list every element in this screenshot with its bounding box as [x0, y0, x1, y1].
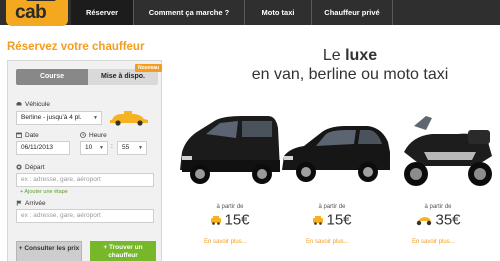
hour-select[interactable]: 10 ▼ — [80, 141, 108, 155]
arrival-label-text: Arrivée — [25, 200, 46, 207]
minute-select-value: 55 — [122, 144, 130, 151]
date-label-text: Date — [25, 132, 39, 139]
nav-reserver[interactable]: Réserver — [71, 0, 133, 25]
offer-moto: à partir de 35€ — [398, 204, 478, 229]
carousel-dots — [318, 256, 354, 261]
tab-course[interactable]: Course — [16, 69, 88, 85]
add-stop-link[interactable]: + Ajouter une étape — [20, 189, 68, 195]
date-input[interactable]: 06/11/2013 — [16, 141, 70, 155]
departure-input[interactable]: ex : adresse, gare, aéroport — [16, 173, 154, 187]
page: Réserver Comment ça marche ? Moto taxi C… — [0, 0, 500, 261]
clock-icon — [80, 132, 86, 138]
chevron-down-icon: ▼ — [93, 115, 98, 121]
minute-select[interactable]: 55 ▼ — [117, 141, 147, 155]
taxi-badge-icon — [211, 215, 222, 225]
offer-price: 15€ — [326, 211, 352, 229]
offer-sedan-more-link[interactable]: En savoir plus... — [306, 239, 349, 245]
offer-moto-more-link[interactable]: En savoir plus... — [412, 239, 455, 245]
car-icon — [16, 102, 22, 106]
motorbike-image — [404, 116, 492, 186]
location-pin-icon — [16, 164, 22, 170]
chevron-down-icon: ▼ — [138, 145, 143, 151]
logo-cap — [26, 0, 56, 1]
van-image — [180, 116, 280, 184]
offer-price: 15€ — [224, 211, 250, 229]
taxi-badge-icon — [313, 215, 324, 225]
offer-price: 35€ — [435, 211, 461, 229]
nav-how-it-works[interactable]: Comment ça marche ? — [134, 0, 244, 25]
chevron-down-icon: ▼ — [99, 145, 104, 151]
vehicle-label-text: Véhicule — [25, 101, 50, 108]
hero-title-line2: en van, berline ou moto taxi — [251, 66, 449, 83]
vehicle-select-value: Berline - jusqu'à 4 pl. — [21, 114, 82, 121]
offer-from: à partir de — [318, 204, 346, 210]
hero-title-bold: luxe — [345, 47, 378, 64]
vehicle-select[interactable]: Berline - jusqu'à 4 pl. ▼ — [16, 111, 102, 125]
offer-from: à partir de — [424, 204, 452, 210]
hero-title-pre: Le — [322, 47, 346, 64]
time-label-text: Heure — [89, 132, 107, 139]
calendar-icon — [16, 132, 22, 138]
departure-label: Départ — [16, 164, 45, 171]
departure-label-text: Départ — [25, 164, 45, 171]
vehicle-label: Véhicule — [16, 101, 50, 108]
offer-van-more-link[interactable]: En savoir plus... — [204, 239, 247, 245]
offer-sedan: à partir de 15€ — [292, 204, 372, 229]
find-driver-button[interactable]: + Trouver un chauffeur — [90, 241, 156, 261]
arrival-input[interactable]: ex : adresse, gare, aéroport — [16, 209, 154, 223]
offer-van: à partir de 15€ — [190, 204, 270, 229]
taxi-car-icon — [110, 111, 148, 126]
new-badge: Nouveau — [135, 64, 163, 72]
time-separator: : — [111, 143, 113, 150]
date-label: Date — [16, 132, 39, 139]
hero-title: Le luxe en van, berline ou moto taxi — [200, 46, 500, 84]
nav-private-driver[interactable]: Chauffeur privé — [312, 0, 392, 25]
moto-badge-icon — [417, 216, 432, 225]
view-prices-button[interactable]: + Consulter les prix — [16, 241, 82, 261]
logo[interactable]: cab — [6, 0, 68, 26]
hour-select-value: 10 — [85, 144, 93, 151]
offer-from: à partir de — [216, 204, 244, 210]
booking-title: Réservez votre chauffeur — [7, 41, 145, 53]
time-label: Heure — [80, 132, 107, 139]
nav-divider — [392, 0, 393, 25]
flag-icon — [16, 200, 22, 206]
sedan-image — [282, 126, 390, 182]
logo-text: cab — [15, 2, 47, 23]
top-navigation: Réserver Comment ça marche ? Moto taxi C… — [0, 0, 500, 25]
arrival-label: Arrivée — [16, 200, 46, 207]
nav-moto-taxi[interactable]: Moto taxi — [245, 0, 311, 25]
vehicles-image — [180, 116, 492, 186]
booking-form: Course Mise à dispo. Nouveau Véhicule Be… — [7, 60, 163, 261]
